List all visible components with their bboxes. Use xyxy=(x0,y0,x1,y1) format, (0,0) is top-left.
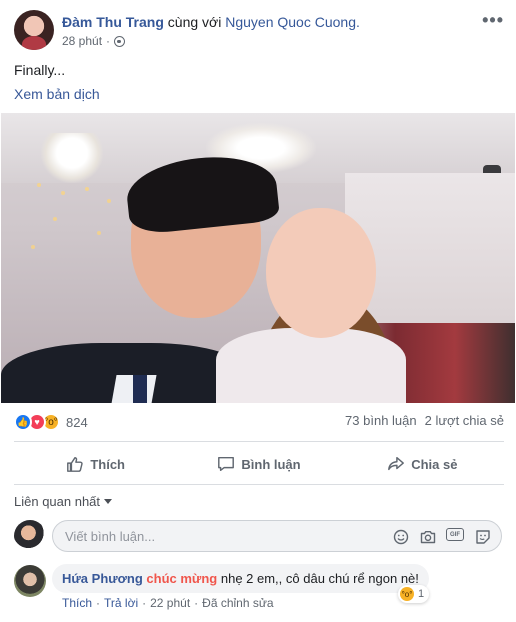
tagged-person[interactable]: Nguyen Quoc Cuong. xyxy=(225,14,360,30)
share-label: Chia sẻ xyxy=(411,456,458,472)
comment-reply-link[interactable]: Trả lời xyxy=(104,596,138,610)
post-time[interactable]: 28 phút xyxy=(62,34,102,48)
commenter-name[interactable]: Hứa Phương xyxy=(62,571,143,586)
camera-icon[interactable] xyxy=(419,528,436,545)
share-button[interactable]: Chia sẻ xyxy=(341,447,504,481)
current-user-avatar[interactable] xyxy=(14,520,46,552)
comment-share-counts: 73 bình luận 2 lượt chia sẻ xyxy=(345,413,504,428)
divider xyxy=(14,441,504,442)
comment-label: Bình luận xyxy=(241,456,301,472)
emoji-icon[interactable] xyxy=(392,528,409,545)
comment-sort-dropdown[interactable]: Liên quan nhất xyxy=(14,494,113,509)
sticker-icon[interactable] xyxy=(474,528,491,545)
comment-edited[interactable]: Đã chỉnh sửa xyxy=(202,596,273,610)
wow-icon: °o° xyxy=(400,587,414,601)
divider xyxy=(14,484,504,485)
post-actions: Thích Bình luận Chia sẻ xyxy=(14,447,504,481)
comment-reaction-count: 1 xyxy=(418,588,425,600)
comment-highlight: chúc mừng xyxy=(146,571,218,586)
comment-time[interactable]: 22 phút xyxy=(150,596,190,610)
post-meta: 28 phút · xyxy=(62,34,126,48)
comment-bubble: Hứa Phương chúc mừng nhẹ 2 em,, cô dâu c… xyxy=(52,564,429,593)
more-options-icon[interactable]: ••• xyxy=(482,10,504,31)
author-name[interactable]: Đàm Thu Trang xyxy=(62,14,164,30)
post-photo[interactable] xyxy=(1,113,515,403)
caret-down-icon xyxy=(104,499,113,504)
photo-groom-tie xyxy=(133,375,147,403)
comment-meta: Thích · Trả lời · 22 phút · Đã chỉnh sửa xyxy=(62,596,274,610)
photo-bride-dress xyxy=(216,328,406,403)
comment-placeholder: Viết bình luận... xyxy=(65,529,156,544)
reaction-count: 824 xyxy=(66,414,88,430)
share-count[interactable]: 2 lượt chia sẻ xyxy=(425,413,504,428)
post-caption: Finally... xyxy=(14,62,66,78)
author-avatar[interactable] xyxy=(14,10,54,50)
speech-bubble-icon xyxy=(218,456,235,472)
comment-button[interactable]: Bình luận xyxy=(177,447,340,481)
like-button[interactable]: Thích xyxy=(14,447,177,481)
commenter-avatar[interactable] xyxy=(14,565,46,597)
comment-like-link[interactable]: Thích xyxy=(62,596,92,610)
thumbs-up-icon xyxy=(67,456,84,472)
gif-icon[interactable]: GIF xyxy=(446,528,464,541)
share-arrow-icon xyxy=(388,456,405,471)
comment-tools: GIF xyxy=(392,528,491,545)
reactions-summary[interactable]: 👍 ♥ °o° 824 xyxy=(14,413,88,431)
post-stats: 👍 ♥ °o° 824 73 bình luận 2 lượt chia sẻ xyxy=(14,413,504,433)
see-translation-link[interactable]: Xem bản dịch xyxy=(14,86,100,102)
like-icon: 👍 xyxy=(14,413,32,431)
comment-text: nhẹ 2 em,, cô dâu chú rể ngon nè! xyxy=(220,571,419,586)
comment-input[interactable]: Viết bình luận... GIF xyxy=(52,520,502,552)
comment-count[interactable]: 73 bình luận xyxy=(345,413,417,428)
like-label: Thích xyxy=(90,456,125,472)
globe-icon[interactable] xyxy=(114,35,126,47)
facebook-post: Đàm Thu Trang cùng với Nguyen Quoc Cuong… xyxy=(0,0,516,622)
sort-label: Liên quan nhất xyxy=(14,494,101,509)
author-line: Đàm Thu Trang cùng với Nguyen Quoc Cuong… xyxy=(62,14,360,30)
comment-reactions[interactable]: °o° 1 xyxy=(398,585,430,603)
with-text: cùng với xyxy=(167,14,222,30)
photo-bride-face xyxy=(266,208,376,338)
post-header: Đàm Thu Trang cùng với Nguyen Quoc Cuong… xyxy=(14,10,504,54)
